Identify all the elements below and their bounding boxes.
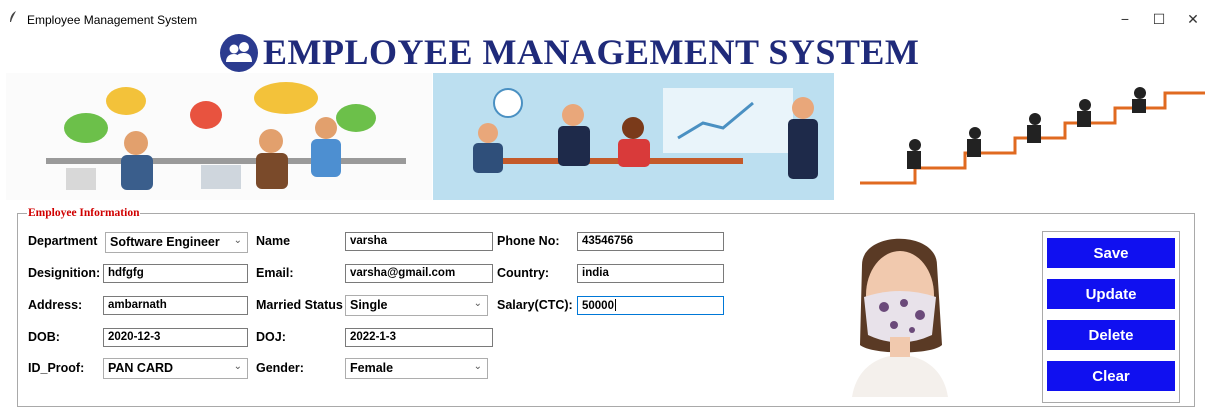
page-title: EMPLOYEE MANAGEMENT SYSTEM [263,32,920,72]
clear-button[interactable]: Clear [1046,360,1176,392]
id-proof-label: ID_Proof: [28,361,85,375]
minimize-button[interactable]: − [1110,8,1140,30]
employee-information-legend: Employee Information [27,207,141,219]
salary-value: 50000 [582,300,614,312]
married-status-label: Married Status [256,298,343,312]
text-caret [614,299,616,311]
address-label: Address: [28,298,83,312]
office-team-illustration [6,73,432,200]
employee-photo [812,225,988,397]
dob-input[interactable]: 2020-12-3 [103,328,248,347]
window-title: Employee Management System [27,13,198,27]
phone-input[interactable]: 43546756 [577,232,724,251]
gender-label: Gender: [256,361,304,375]
close-button[interactable]: ✕ [1178,8,1208,30]
gender-combobox[interactable]: Female ⌄ [345,358,488,379]
chevron-down-icon: ⌄ [233,361,242,372]
chevron-down-icon: ⌄ [233,235,242,246]
feather-icon [10,11,16,22]
save-button[interactable]: Save [1046,237,1176,269]
department-value: Software Engineer [110,235,220,249]
chevron-down-icon: ⌄ [473,361,482,372]
designation-label: Designition: [28,266,101,280]
department-label: Department [28,234,98,248]
meeting-presentation-illustration [433,73,834,200]
country-label: Country: [497,266,550,280]
salary-input[interactable]: 50000 [577,296,724,315]
department-combobox[interactable]: Software Engineer ⌄ [105,232,248,253]
banner [6,73,1209,200]
maximize-button[interactable]: ☐ [1144,8,1174,30]
email-label: Email: [256,266,294,280]
dob-label: DOB: [28,330,60,344]
id-proof-combobox[interactable]: PAN CARD ⌄ [103,358,248,379]
name-label: Name [256,234,291,248]
update-button[interactable]: Update [1046,278,1176,310]
address-input[interactable]: ambarnath [103,296,248,315]
email-input[interactable]: varsha@gmail.com [345,264,493,283]
gender-value: Female [350,361,394,375]
doj-label: DOJ: [256,330,286,344]
delete-button[interactable]: Delete [1046,319,1176,351]
married-status-value: Single [350,298,388,312]
country-input[interactable]: india [577,264,724,283]
doj-input[interactable]: 2022-1-3 [345,328,493,347]
id-proof-value: PAN CARD [108,361,174,375]
users-icon [220,34,258,72]
chevron-down-icon: ⌄ [473,298,482,309]
married-status-combobox[interactable]: Single ⌄ [345,295,488,316]
teamwork-stairs-illustration [835,73,1209,200]
salary-label: Salary(CTC): [497,298,573,312]
name-input[interactable]: varsha [345,232,493,251]
phone-label: Phone No: [497,234,560,248]
window-titlebar: Employee Management System − ☐ ✕ [0,0,1209,30]
designation-input[interactable]: hdfgfg [103,264,248,283]
